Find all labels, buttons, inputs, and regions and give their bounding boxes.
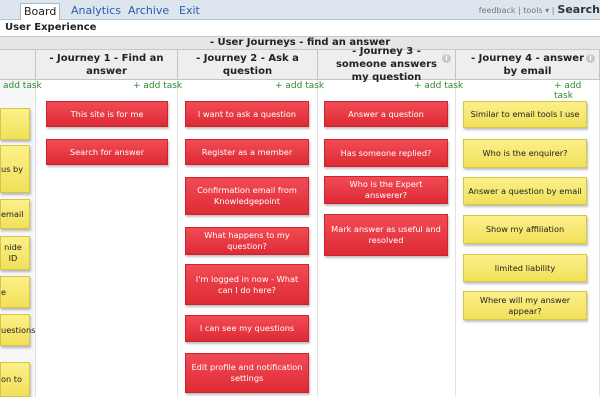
task-card[interactable]: email bbox=[0, 199, 30, 229]
task-card[interactable]: I can see my questions bbox=[185, 315, 309, 342]
col-header-label: - Journey 3 - someone answers my questio… bbox=[335, 46, 437, 83]
feedback-tools-links[interactable]: feedback | tools ▾ | bbox=[479, 6, 555, 15]
col-header-journey-1[interactable]: - Journey 1 - Find an answer bbox=[36, 50, 178, 80]
task-card[interactable]: This site is for me bbox=[46, 101, 168, 127]
nav-right-links: feedback | tools ▾ | Search bbox=[479, 3, 600, 16]
col-header-label: - Journey 2 - Ask a question bbox=[196, 52, 299, 77]
task-card[interactable]: Has someone replied? bbox=[324, 139, 448, 167]
task-card[interactable]: Who is the enquirer? bbox=[463, 139, 587, 168]
tab-board[interactable]: Board bbox=[20, 3, 61, 20]
task-card[interactable]: Answer a question bbox=[324, 101, 448, 127]
task-card[interactable]: nide ID bbox=[0, 236, 30, 270]
task-card[interactable]: I'm logged in now - What can I do here? bbox=[185, 264, 309, 305]
task-card[interactable]: on to bbox=[0, 362, 30, 397]
task-card[interactable]: uestions bbox=[0, 314, 35, 346]
task-card[interactable]: Who is the Expert answerer? bbox=[324, 176, 448, 204]
task-card[interactable]: e bbox=[0, 276, 30, 308]
task-card[interactable] bbox=[0, 108, 30, 140]
add-task-link[interactable]: + add task bbox=[554, 81, 600, 101]
task-card[interactable]: What happens to my question? bbox=[185, 227, 309, 255]
lane-journey-1 bbox=[36, 80, 178, 397]
info-icon[interactable]: i bbox=[586, 54, 595, 63]
tab-archive[interactable]: Archive bbox=[125, 3, 172, 20]
search-link[interactable]: Search bbox=[557, 3, 600, 16]
task-card[interactable]: limited liability bbox=[463, 254, 587, 282]
add-task-link[interactable]: add task bbox=[3, 81, 42, 91]
add-task-link[interactable]: + add task bbox=[133, 81, 182, 91]
top-navbar: Board Analytics Archive Exit feedback | … bbox=[0, 0, 600, 20]
task-card[interactable]: Edit profile and notification settings bbox=[185, 353, 309, 393]
board-title: User Experience bbox=[0, 20, 600, 36]
task-card[interactable]: Show my affiliation bbox=[463, 215, 587, 244]
col-header-label: - Journey 1 - Find an answer bbox=[49, 52, 164, 77]
tab-exit[interactable]: Exit bbox=[176, 3, 203, 20]
task-card[interactable]: Similar to email tools I use bbox=[463, 101, 587, 128]
tab-analytics[interactable]: Analytics bbox=[68, 3, 124, 20]
col-header-left-clipped bbox=[0, 50, 36, 80]
col-header-journey-3[interactable]: - Journey 3 - someone answers my questio… bbox=[318, 46, 456, 83]
task-card[interactable]: us by bbox=[0, 145, 30, 193]
add-task-link[interactable]: + add task bbox=[414, 81, 463, 91]
task-card[interactable]: Confirmation email from Knowledgepoint bbox=[185, 177, 309, 215]
task-card[interactable]: Answer a question by email bbox=[463, 177, 587, 205]
task-card[interactable]: I want to ask a question bbox=[185, 101, 309, 127]
col-header-journey-4[interactable]: - Journey 4 - answer by email i bbox=[456, 50, 600, 80]
info-icon[interactable]: i bbox=[442, 54, 451, 63]
col-header-journey-2[interactable]: - Journey 2 - Ask a question bbox=[178, 50, 318, 80]
add-task-link[interactable]: + add task bbox=[275, 81, 324, 91]
group-header: - User Journeys - find an answer bbox=[0, 36, 600, 50]
task-card[interactable]: Search for answer bbox=[46, 139, 168, 165]
task-card[interactable]: Register as a member bbox=[185, 139, 309, 165]
task-card[interactable]: Where will my answer appear? bbox=[463, 291, 587, 320]
col-header-label: - Journey 4 - answer by email bbox=[470, 52, 585, 77]
task-card[interactable]: Mark answer as useful and resolved bbox=[324, 214, 448, 256]
